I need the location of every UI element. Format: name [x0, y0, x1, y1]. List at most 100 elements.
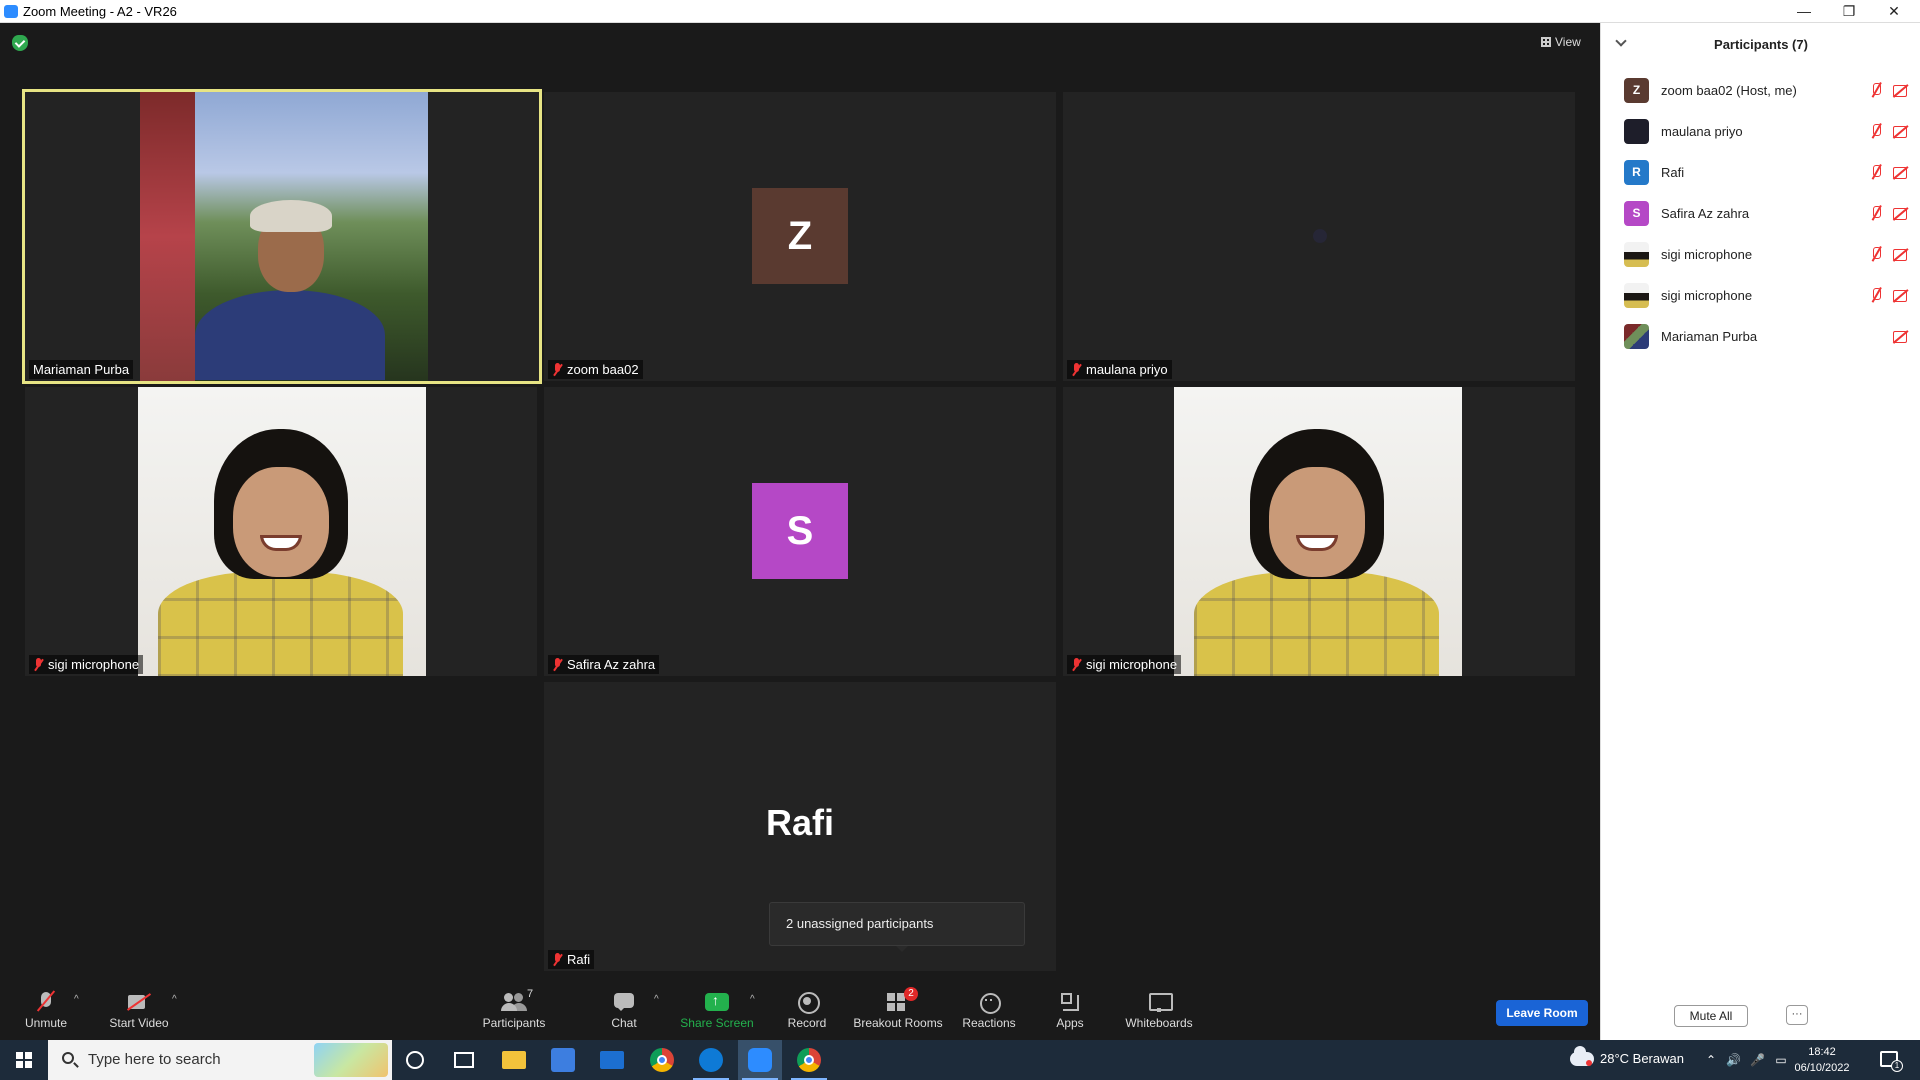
weather-text[interactable]: 28°C Berawan — [1600, 1051, 1684, 1066]
weather-cloud-icon[interactable] — [1570, 1046, 1594, 1066]
grid-view-icon — [1541, 37, 1551, 47]
video-tile[interactable]: sigi microphone — [1063, 387, 1575, 676]
zoom-app-icon[interactable] — [748, 1048, 772, 1072]
mic-muted-icon — [33, 992, 59, 1012]
taskbar-search-box[interactable]: Type here to search — [48, 1040, 392, 1080]
chrome-profile-icon[interactable] — [797, 1048, 821, 1072]
more-options-button[interactable]: ··· — [1786, 1005, 1808, 1025]
video-off-icon[interactable] — [1893, 287, 1907, 303]
search-placeholder: Type here to search — [88, 1051, 221, 1068]
speaker-icon[interactable]: 🔊 — [1726, 1053, 1741, 1067]
mail-icon[interactable] — [600, 1051, 624, 1069]
share-screen-button[interactable]: Share Screen — [680, 982, 754, 1040]
breakout-tooltip: 2 unassigned participants — [769, 902, 1025, 952]
close-button[interactable]: ✕ — [1872, 0, 1916, 23]
record-button[interactable]: Record — [782, 982, 832, 1040]
chevron-up-icon[interactable]: ⌃ — [1704, 1053, 1718, 1067]
participant-avatar: S — [1624, 201, 1649, 226]
unmute-button[interactable]: Unmute — [18, 982, 74, 1040]
participants-button[interactable]: 7 Participants — [476, 982, 552, 1040]
encryption-shield-icon[interactable] — [12, 35, 28, 51]
participant-row[interactable]: S Safira Az zahra — [1601, 193, 1920, 234]
video-tile[interactable]: S Safira Az zahra — [544, 387, 1056, 676]
participants-panel: Participants (7) Z zoom baa02 (Host, me)… — [1600, 23, 1920, 1040]
video-off-icon[interactable] — [1893, 82, 1907, 98]
mic-muted-icon[interactable] — [1869, 205, 1883, 221]
windows-start-icon[interactable] — [16, 1052, 32, 1068]
record-label: Record — [787, 1016, 827, 1030]
video-off-icon[interactable] — [1893, 123, 1907, 139]
participant-name: sigi microphone — [1086, 657, 1178, 672]
meeting-stage: View Mariaman Purba Z zoom baa02 maulana… — [0, 23, 1600, 1040]
start-video-button[interactable]: Start Video — [104, 982, 174, 1040]
task-view-icon[interactable] — [454, 1052, 474, 1068]
reactions-icon — [976, 992, 1002, 1014]
participant-row[interactable]: Z zoom baa02 (Host, me) — [1601, 70, 1920, 111]
cortana-icon[interactable] — [406, 1051, 424, 1069]
participant-avatar — [1313, 229, 1327, 243]
start-video-label: Start Video — [109, 1016, 169, 1030]
reactions-button[interactable]: Reactions — [960, 982, 1018, 1040]
participant-row[interactable]: maulana priyo — [1601, 111, 1920, 152]
mic-muted-icon — [1071, 363, 1082, 376]
window-title-bar: Zoom Meeting - A2 - VR26 — ❐ ✕ — [0, 0, 1920, 23]
participant-avatar: R — [1624, 160, 1649, 185]
participant-avatar — [1624, 242, 1649, 267]
video-tile[interactable]: sigi microphone — [25, 387, 537, 676]
share-options-caret[interactable]: ^ — [750, 994, 755, 1005]
restore-button[interactable]: ❐ — [1827, 0, 1871, 23]
participant-name: Mariaman Purba — [33, 362, 130, 377]
mic-muted-icon[interactable] — [1869, 287, 1883, 303]
mic-muted-icon[interactable] — [1869, 123, 1883, 139]
participant-name: Mariaman Purba — [1661, 329, 1758, 344]
notification-icon[interactable]: 1 — [1880, 1051, 1903, 1072]
video-off-icon[interactable] — [1893, 328, 1907, 344]
participant-name: Rafi — [567, 952, 591, 967]
video-off-icon[interactable] — [1893, 246, 1907, 262]
mute-all-button[interactable]: Mute All — [1674, 1005, 1748, 1027]
participant-row[interactable]: Mariaman Purba — [1601, 316, 1920, 357]
chat-options-caret[interactable]: ^ — [654, 994, 659, 1005]
participant-name-tag: Mariaman Purba — [29, 360, 134, 379]
microsoft-store-icon[interactable] — [551, 1048, 575, 1072]
network-icon[interactable]: ▭ — [1774, 1053, 1788, 1067]
breakout-rooms-button[interactable]: 2 Breakout Rooms — [852, 982, 944, 1040]
minimize-button[interactable]: — — [1782, 0, 1826, 23]
mic-muted-icon[interactable] — [1869, 246, 1883, 262]
teamviewer-icon[interactable] — [699, 1048, 723, 1072]
video-tile[interactable]: Mariaman Purba — [22, 89, 542, 384]
mic-muted-icon[interactable] — [1869, 164, 1883, 180]
video-options-caret[interactable]: ^ — [172, 994, 177, 1005]
taskbar-clock[interactable]: 18:42 06/10/2022 — [1792, 1044, 1852, 1076]
video-off-icon[interactable] — [1893, 205, 1907, 221]
chat-button[interactable]: Chat — [600, 982, 648, 1040]
participants-count: 7 — [527, 988, 534, 1000]
video-tile[interactable]: Z zoom baa02 — [544, 92, 1056, 381]
mic-muted-icon[interactable] — [1869, 82, 1883, 98]
microphone-icon[interactable]: 🎤 — [1750, 1053, 1765, 1067]
participant-row[interactable]: R Rafi — [1601, 152, 1920, 193]
video-tile[interactable]: maulana priyo — [1063, 92, 1575, 381]
search-icon — [62, 1052, 74, 1064]
mic-muted-icon — [552, 953, 563, 966]
breakout-rooms-label: Breakout Rooms — [853, 1016, 943, 1030]
chrome-icon[interactable] — [650, 1048, 674, 1072]
video-off-icon[interactable] — [1893, 164, 1907, 180]
view-button[interactable]: View — [1535, 31, 1591, 53]
leave-room-button[interactable]: Leave Room — [1496, 1000, 1588, 1026]
apps-button[interactable]: Apps — [1054, 982, 1086, 1040]
participant-row[interactable]: sigi microphone — [1601, 234, 1920, 275]
participant-name: sigi microphone — [1661, 288, 1753, 303]
share-screen-label: Share Screen — [680, 1016, 754, 1030]
participant-name-tag: Rafi — [548, 950, 595, 969]
participant-avatar: Z — [752, 188, 848, 284]
participant-name: zoom baa02 — [567, 362, 639, 377]
mic-muted-icon — [1071, 658, 1082, 671]
window-title: Zoom Meeting - A2 - VR26 — [23, 4, 177, 19]
whiteboards-button[interactable]: Whiteboards — [1124, 982, 1194, 1040]
participant-row[interactable]: sigi microphone — [1601, 275, 1920, 316]
audio-options-caret[interactable]: ^ — [74, 994, 79, 1005]
participant-avatar: S — [752, 483, 848, 579]
file-explorer-icon[interactable] — [502, 1051, 526, 1069]
breakout-rooms-icon: 2 — [885, 987, 918, 1012]
